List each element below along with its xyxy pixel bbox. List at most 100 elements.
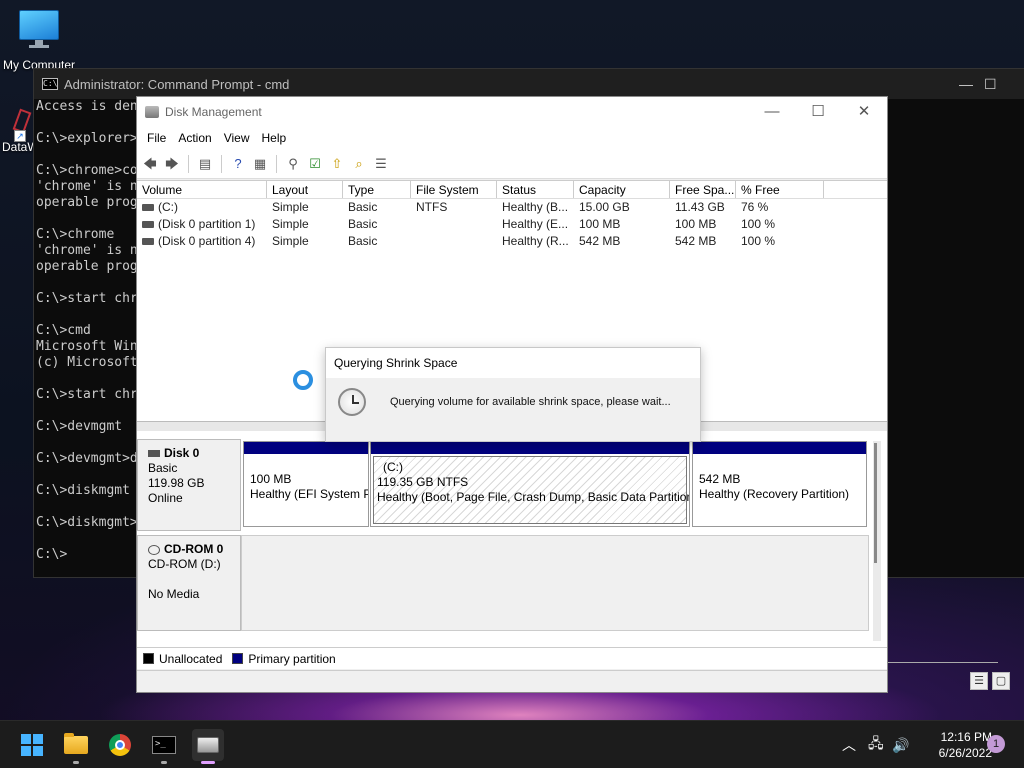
cmd-title: Administrator: Command Prompt - cmd: [64, 76, 290, 92]
cmd-line: C:\>start chr: [36, 387, 138, 402]
minimize-icon[interactable]: —: [959, 76, 973, 92]
col-capacity[interactable]: Capacity: [574, 181, 670, 198]
col-free-space[interactable]: Free Spa...: [670, 181, 736, 198]
start-button[interactable]: [16, 729, 48, 761]
querying-shrink-dialog[interactable]: Querying Shrink Space Querying volume fo…: [325, 347, 701, 442]
help-icon[interactable]: ?: [229, 155, 247, 173]
col-file-system[interactable]: File System: [411, 181, 497, 198]
volume-cell: (C:): [137, 199, 267, 216]
cd-icon: [148, 544, 160, 555]
cmd-line: C:\>devmgmt>d: [36, 451, 138, 466]
chevron-up-icon[interactable]: ︿: [842, 721, 856, 768]
volume-name: (Disk 0 partition 4): [158, 234, 256, 248]
back-icon[interactable]: 🡄: [141, 155, 159, 173]
volume-cell: (Disk 0 partition 1): [137, 216, 267, 233]
maximize-icon[interactable]: ☐: [984, 76, 997, 93]
desktop-icon-label: DataW: [2, 140, 39, 154]
cmd-line: [36, 531, 152, 547]
volume-list-header: Volume Layout Type File System Status Ca…: [137, 181, 887, 199]
primary-partition-swatch: [232, 653, 244, 664]
volume-name: (Disk 0 partition 1): [158, 217, 256, 231]
disk-icon: [148, 450, 160, 457]
busy-spinner-icon: [293, 370, 313, 390]
network-icon[interactable]: 🖧: [868, 721, 884, 768]
cmd-title-bar[interactable]: C:\ Administrator: Command Prompt - cmd …: [34, 69, 1024, 99]
cmd-line: C:\>chrome>co: [36, 163, 138, 178]
cmd-line: C:\>cmd: [36, 323, 91, 338]
disk-type: Basic: [148, 461, 178, 475]
cmd-line: [36, 211, 152, 227]
notification-badge[interactable]: 1: [987, 735, 1005, 753]
taskbar-disk-management[interactable]: [192, 729, 224, 764]
col-percent-free[interactable]: % Free: [736, 181, 824, 198]
free-cell: 11.43 GB: [675, 200, 725, 214]
taskbar-clock[interactable]: 12:16 PM 6/26/2022: [918, 729, 992, 761]
cmd-line: [36, 435, 152, 451]
col-volume[interactable]: Volume: [137, 181, 267, 198]
volume-icon[interactable]: 🔊: [892, 721, 909, 768]
close-button[interactable]: ✕: [841, 101, 887, 123]
desktop-icon-my-computer[interactable]: My Computer: [0, 10, 78, 72]
layout-cell: Simple: [272, 200, 309, 214]
minimize-button[interactable]: —: [749, 101, 795, 123]
cdrom-media: No Media: [148, 587, 200, 601]
type-cell: Basic: [348, 200, 378, 214]
disk-management-icon: [145, 106, 159, 118]
cmd-line: Access is den: [36, 99, 138, 114]
search-icon[interactable]: ⌕: [350, 155, 368, 173]
partition-recovery[interactable]: 542 MB Healthy (Recovery Partition): [692, 441, 867, 527]
legend-primary: Primary partition: [248, 651, 336, 666]
details-view-icon[interactable]: ☰: [970, 672, 988, 690]
maximize-button[interactable]: ☐: [795, 101, 841, 123]
menu-view[interactable]: View: [218, 131, 256, 145]
list-icon[interactable]: ☰: [372, 155, 390, 173]
partition-efi[interactable]: 100 MB Healthy (EFI System P: [243, 441, 369, 527]
dialog-message: Querying volume for available shrink spa…: [390, 396, 671, 408]
partition-c[interactable]: (C:) 119.35 GB NTFS Healthy (Boot, Page …: [370, 441, 690, 527]
connect-icon[interactable]: ⚲: [284, 155, 302, 173]
volume-cell: (Disk 0 partition 4): [137, 233, 267, 250]
graph-scrollbar[interactable]: [873, 441, 881, 641]
type-cell: Basic: [348, 234, 378, 248]
menu-file[interactable]: File: [141, 131, 172, 145]
cmd-icon: C:\: [42, 78, 58, 90]
clock-time: 12:16 PM: [940, 730, 992, 744]
cmd-line: Microsoft Win: [36, 339, 138, 354]
clock-icon: [338, 388, 366, 416]
dialog-title: Querying Shrink Space: [326, 348, 700, 378]
taskbar-chrome[interactable]: [104, 729, 136, 761]
capacity-cell: 15.00 GB: [579, 200, 630, 214]
table-row[interactable]: (Disk 0 partition 1) Simple Basic Health…: [137, 216, 887, 233]
menu-help[interactable]: Help: [256, 131, 293, 145]
check-icon[interactable]: ☑: [306, 155, 324, 173]
taskbar-file-explorer[interactable]: [60, 729, 92, 764]
legend: Unallocated Primary partition: [137, 647, 887, 669]
taskbar-command-prompt[interactable]: >_: [148, 729, 180, 764]
cmd-line: [36, 147, 152, 163]
table-row[interactable]: (Disk 0 partition 4) Simple Basic Health…: [137, 233, 887, 250]
folder-up-icon[interactable]: ⇧: [328, 155, 346, 173]
computer-icon: [17, 10, 61, 50]
volume-name: (C:): [158, 200, 178, 214]
partition-label: (C:): [383, 460, 403, 474]
cdrom-0-info[interactable]: CD-ROM 0 CD-ROM (D:) No Media: [137, 535, 241, 631]
show-hide-console-tree-icon[interactable]: ▤: [196, 155, 214, 173]
taskbar: >_ ︿ 🖧 🔊 12:16 PM 6/26/2022: [0, 720, 1024, 768]
forward-icon[interactable]: 🡆: [163, 155, 181, 173]
col-type[interactable]: Type: [343, 181, 411, 198]
table-row[interactable]: (C:) Simple Basic NTFS Healthy (B... 15.…: [137, 199, 887, 216]
cmd-line: operable prog: [36, 259, 138, 274]
large-icons-view-icon[interactable]: ▢: [992, 672, 1010, 690]
cmd-line: [36, 499, 152, 515]
cdrom-0-area[interactable]: [241, 535, 869, 631]
type-cell: Basic: [348, 217, 378, 231]
properties-icon[interactable]: ▦: [251, 155, 269, 173]
col-layout[interactable]: Layout: [267, 181, 343, 198]
disk-0-info[interactable]: Disk 0 Basic 119.98 GB Online: [137, 439, 241, 531]
menu-action[interactable]: Action: [172, 131, 217, 145]
disk-state: Online: [148, 491, 183, 505]
col-status[interactable]: Status: [497, 181, 574, 198]
cmd-line: C:\>explorer>: [36, 131, 138, 146]
disk-graphical-view: Disk 0 Basic 119.98 GB Online 100 MB Hea…: [137, 431, 887, 647]
desktop-icon-dataw[interactable]: ↗ DataW: [2, 108, 39, 154]
